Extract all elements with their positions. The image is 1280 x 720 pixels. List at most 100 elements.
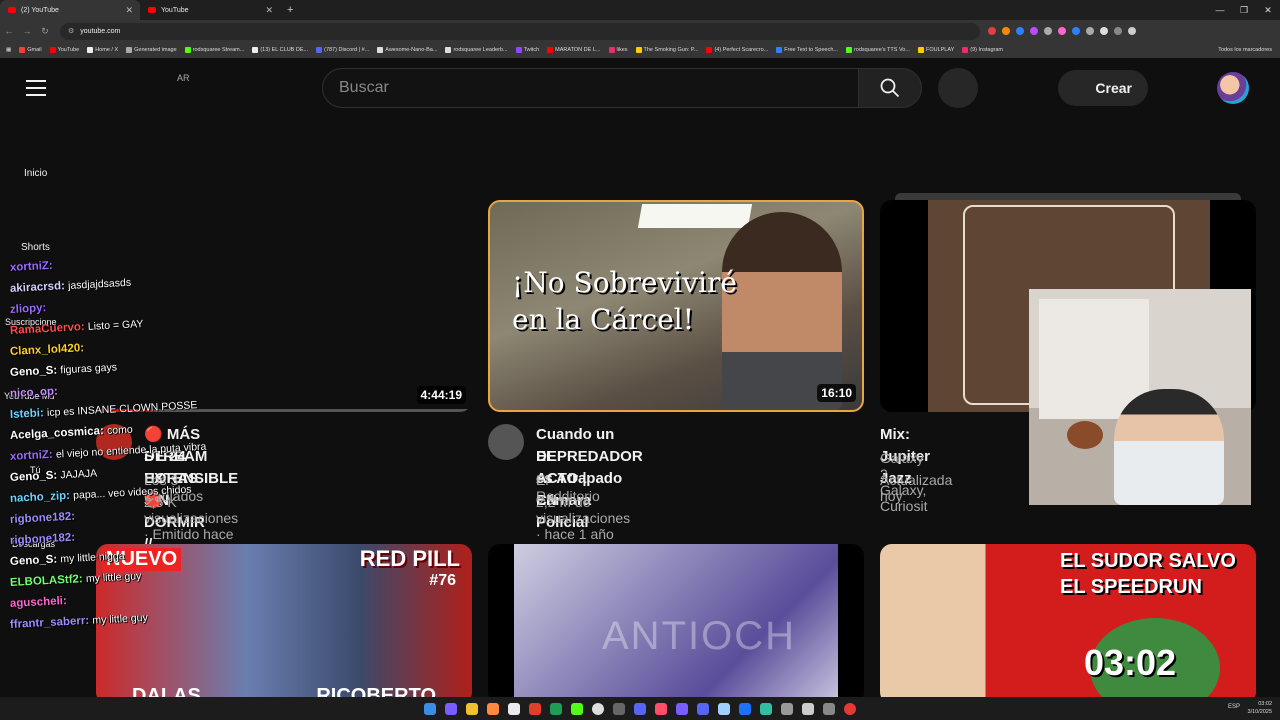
chat-username: zliopy: xyxy=(9,302,47,316)
clock[interactable]: 03:02 3/10/2025 xyxy=(1248,700,1272,716)
channel-avatar[interactable] xyxy=(488,424,524,460)
bookmark-item[interactable]: Gmail xyxy=(19,47,42,53)
chat-username: aguscheli: xyxy=(9,595,68,610)
chat-username: rigbone182: xyxy=(9,531,76,547)
video-meta: 2,2 M de visualizaciones · hace 1 año xyxy=(536,494,631,542)
taskbar-app-icon[interactable] xyxy=(634,702,646,715)
close-tab-icon[interactable]: ✕ xyxy=(265,5,273,16)
start-icon[interactable] xyxy=(424,702,436,715)
video-thumbnail[interactable]: ¡No Sobreviviré en la Cárcel! 16:10 xyxy=(488,200,864,412)
cowboy-hat xyxy=(1067,421,1103,449)
chat-username: Geno_S: xyxy=(9,553,58,568)
taskbar-app-icon[interactable] xyxy=(550,702,562,715)
apps-icon[interactable]: ▦ xyxy=(6,47,11,53)
taskbar-app-icon[interactable] xyxy=(823,702,835,715)
chat-username: Istebi: xyxy=(9,407,45,421)
profile-icon[interactable] xyxy=(1114,27,1122,35)
language-indicator[interactable]: ESP xyxy=(1228,704,1240,710)
puzzle-icon[interactable] xyxy=(1100,27,1108,35)
back-icon[interactable]: ← xyxy=(0,26,18,36)
extension-icon[interactable] xyxy=(1072,27,1080,35)
forward-icon[interactable]: → xyxy=(18,26,36,36)
taskbar-app-icon[interactable] xyxy=(676,702,688,715)
bookmark-item[interactable]: YouTube xyxy=(49,47,79,53)
avatar[interactable] xyxy=(1217,72,1249,104)
search-placeholder: Buscar xyxy=(339,79,389,96)
thumbnail-timer: 03:02 xyxy=(1084,642,1177,683)
extension-icon[interactable] xyxy=(1058,27,1066,35)
menu-icon[interactable] xyxy=(1128,27,1136,35)
taskbar-app-icon[interactable] xyxy=(466,702,478,715)
streamer xyxy=(1114,389,1224,505)
taskbar-app-icon[interactable] xyxy=(445,702,457,715)
extension-icon[interactable] xyxy=(1044,27,1052,35)
taskbar-app-icon[interactable] xyxy=(697,702,709,715)
extension-icon[interactable] xyxy=(1016,27,1024,35)
new-tab-icon[interactable]: + xyxy=(280,4,293,16)
taskbar-app-icon[interactable] xyxy=(844,702,856,715)
bookmark-item[interactable]: (13) EL CLUB DE... xyxy=(252,47,308,53)
taskbar-app-icon[interactable] xyxy=(487,702,499,715)
extension-icon[interactable] xyxy=(988,27,996,35)
taskbar-app-icon[interactable] xyxy=(508,702,520,715)
sidebar-item-shorts[interactable]: Shorts xyxy=(21,242,50,253)
video-thumbnail[interactable]: EL SUDOR SALVO EL SPEEDRUN 03:02 xyxy=(880,544,1256,704)
site-info-icon[interactable]: ⚙ xyxy=(68,27,74,35)
bookmark-item[interactable]: Free Text to Speech... xyxy=(776,47,838,53)
youtube-favicon-icon xyxy=(8,7,16,13)
bookmark-item[interactable]: (9) Instagram xyxy=(962,47,1003,53)
taskbar-app-icon[interactable] xyxy=(655,702,667,715)
taskbar-app-icon[interactable] xyxy=(529,702,541,715)
bookmark-item[interactable]: FOULPLAY xyxy=(917,47,954,53)
tab-youtube-2[interactable]: YouTube ✕ xyxy=(140,0,280,20)
bookmark-item[interactable]: rodsquaree Leaderb... xyxy=(445,47,508,53)
bookmark-item[interactable]: rodsquaree's TTS Vo... xyxy=(845,47,910,53)
extension-icon[interactable] xyxy=(1030,27,1038,35)
menu-icon[interactable] xyxy=(26,80,46,96)
taskbar-app-icon[interactable] xyxy=(613,702,625,715)
bookmark-item[interactable]: Awesome-Nano-Ba... xyxy=(377,47,437,53)
extension-icon[interactable] xyxy=(1002,27,1010,35)
chat-text: icp es INSANE CLOWN POSSE xyxy=(46,399,198,420)
youtube-favicon-icon xyxy=(148,7,156,13)
stream-chat-overlay: xortniZ: akiracrsd: jasdjajdsasds zliopy:… xyxy=(10,258,240,636)
bookmark-item[interactable]: rodsquaree Stream... xyxy=(184,47,244,53)
taskbar-app-icon[interactable] xyxy=(802,702,814,715)
create-label: Crear xyxy=(1095,80,1132,96)
bookmark-item[interactable]: MARATON DE L... xyxy=(547,47,601,53)
reload-icon[interactable]: ↻ xyxy=(36,26,54,37)
chat-text: papa... veo videos chidos xyxy=(72,483,192,502)
taskbar-app-icon[interactable] xyxy=(592,702,604,715)
taskbar-app-icon[interactable] xyxy=(760,702,772,715)
close-tab-icon[interactable]: ✕ xyxy=(125,5,133,16)
chat-username: Geno_S: xyxy=(9,364,58,379)
minimize-icon[interactable]: — xyxy=(1208,5,1232,15)
taskbar-app-icon[interactable] xyxy=(781,702,793,715)
bookmark-item[interactable]: The Smoking Gun: P... xyxy=(635,47,698,53)
sidebar-item-home[interactable]: Inicio xyxy=(24,168,47,179)
taskbar-app-icon[interactable] xyxy=(571,702,583,715)
create-button[interactable]: Crear xyxy=(1058,70,1148,106)
close-window-icon[interactable]: ✕ xyxy=(1256,5,1280,16)
chat-text: my little guy xyxy=(91,611,148,627)
maximize-icon[interactable]: ❐ xyxy=(1232,5,1256,16)
all-bookmarks[interactable]: Todos los marcadores xyxy=(1218,47,1272,53)
taskbar-app-icon[interactable] xyxy=(739,702,751,715)
bookmark-item[interactable]: Home / X xyxy=(87,47,118,53)
voice-search-button[interactable] xyxy=(938,68,978,108)
person-silhouette xyxy=(722,212,842,410)
bookmark-item[interactable]: (4) Perfect Scarecro... xyxy=(706,47,768,53)
video-thumbnail[interactable]: ANTIOCH xyxy=(488,544,864,704)
bookmark-item[interactable]: likes xyxy=(608,47,628,53)
extension-icon[interactable] xyxy=(1086,27,1094,35)
url-field[interactable]: ⚙ youtube.com xyxy=(60,22,980,40)
ceiling-light xyxy=(637,204,753,228)
bookmark-item[interactable]: (787) Discord | #... xyxy=(316,47,369,53)
tab-label: YouTube xyxy=(161,6,189,14)
search-button[interactable] xyxy=(858,68,922,108)
taskbar-app-icon[interactable] xyxy=(718,702,730,715)
bookmark-item[interactable]: Generated image xyxy=(126,47,177,53)
bookmark-item[interactable]: Twitch xyxy=(515,47,539,53)
search-input[interactable]: Buscar xyxy=(322,68,860,108)
tab-youtube-1[interactable]: (2) YouTube ✕ xyxy=(0,0,140,20)
